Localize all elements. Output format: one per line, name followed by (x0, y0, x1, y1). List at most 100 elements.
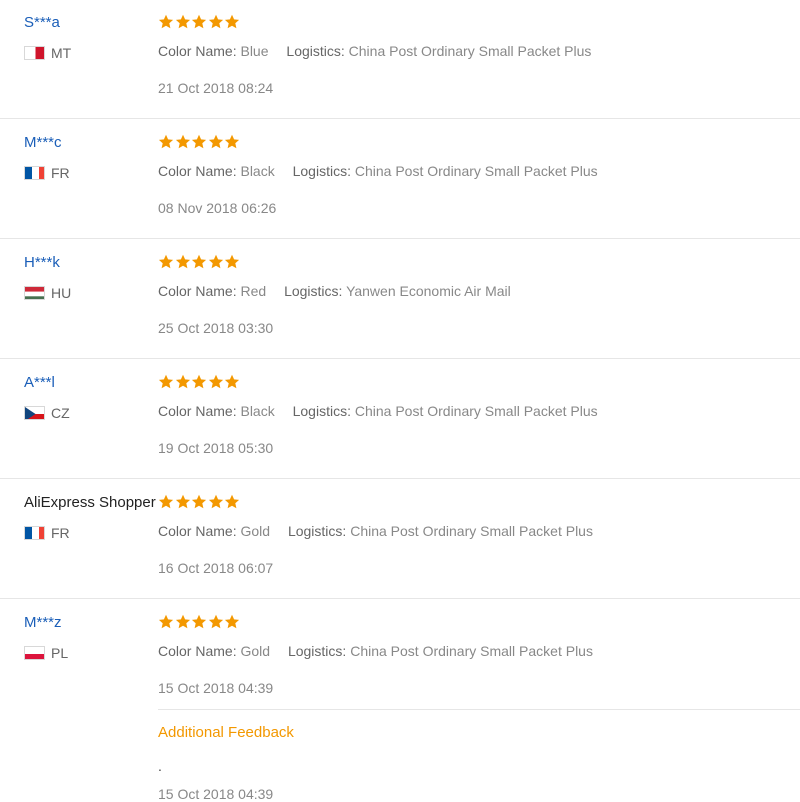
review-date: 25 Oct 2018 03:30 (158, 320, 274, 336)
logistics-label: Logistics: (292, 163, 351, 179)
star-icon (224, 254, 240, 269)
star-icon (208, 494, 223, 509)
logistics-value: China Post Ordinary Small Packet Plus (348, 43, 592, 59)
logistics-value: China Post Ordinary Small Packet Plus (354, 403, 598, 419)
reviewer-country: CZ (24, 404, 70, 422)
star-icon (175, 614, 190, 629)
logistics-label: Logistics: (287, 643, 347, 659)
country-code: FR (51, 165, 70, 181)
star-icon (224, 494, 240, 509)
reviewer-name-link[interactable]: M***c (24, 134, 70, 156)
additional-feedback-title: Additional Feedback (158, 724, 294, 741)
reviewer-info: A***l CZ (24, 374, 70, 422)
logistics-label: Logistics: (284, 283, 343, 299)
review-meta: Color Name: Gold Logistics: China Post O… (158, 643, 593, 659)
logistics-value: Yanwen Economic Air Mail (346, 283, 511, 299)
review-date: 08 Nov 2018 06:26 (158, 200, 277, 216)
star-rating (158, 614, 241, 630)
country-code: CZ (51, 405, 70, 421)
flag-hu-icon (24, 286, 45, 300)
star-icon (224, 374, 240, 389)
reviewer-name-link[interactable]: H***k (24, 254, 71, 276)
star-icon (224, 14, 240, 29)
color-name-label: Color Name: (158, 43, 237, 59)
star-icon (224, 134, 240, 149)
star-icon (158, 494, 174, 509)
review-date: 16 Oct 2018 06:07 (158, 560, 274, 576)
star-rating (158, 494, 241, 510)
review-date: 15 Oct 2018 04:39 (158, 680, 274, 696)
reviewer-country: PL (24, 644, 68, 662)
review-item: S***a MT Color Name: Blue Logistics: Chi… (0, 0, 800, 119)
star-icon (208, 14, 223, 29)
additional-feedback-text: . (158, 758, 162, 774)
color-name-value: Blue (240, 43, 269, 59)
star-rating (158, 374, 241, 390)
star-icon (175, 374, 190, 389)
star-icon (191, 254, 207, 269)
star-icon (175, 134, 190, 149)
star-icon (208, 614, 223, 629)
color-name-label: Color Name: (158, 403, 237, 419)
flag-cz-icon (24, 406, 45, 420)
star-icon (191, 14, 207, 29)
color-name-value: Gold (240, 643, 271, 659)
reviewer-name-link[interactable]: M***z (24, 614, 68, 636)
color-name-value: Gold (240, 523, 271, 539)
star-rating (158, 134, 241, 150)
flag-fr-icon (24, 166, 45, 180)
reviewer-name: AliExpress Shopper (24, 494, 156, 511)
flag-fr-icon (24, 526, 45, 540)
review-meta: Color Name: Black Logistics: China Post … (158, 163, 598, 179)
star-icon (175, 14, 190, 29)
reviewer-info: H***k HU (24, 254, 71, 302)
star-rating (158, 14, 241, 30)
review-item: M***z PL Color Name: Gold Logistics: Chi… (0, 600, 800, 800)
reviewer-country: HU (24, 284, 71, 302)
reviewer-info: M***z PL (24, 614, 68, 662)
reviewer-name-link[interactable]: A***l (24, 374, 70, 396)
star-icon (158, 614, 174, 629)
reviewer-info: AliExpress Shopper FR (24, 494, 156, 542)
star-icon (158, 254, 174, 269)
country-code: MT (51, 45, 72, 61)
country-code: HU (51, 285, 72, 301)
color-name-label: Color Name: (158, 643, 237, 659)
star-icon (175, 254, 190, 269)
review-item: AliExpress Shopper FR Color Name: Gold L… (0, 480, 800, 599)
star-icon (158, 14, 174, 29)
review-meta: Color Name: Black Logistics: China Post … (158, 403, 598, 419)
star-icon (191, 494, 207, 509)
review-date: 21 Oct 2018 08:24 (158, 80, 274, 96)
color-name-value: Red (240, 283, 267, 299)
reviewer-name-link[interactable]: S***a (24, 14, 71, 36)
review-item: M***c FR Color Name: Black Logistics: Ch… (0, 120, 800, 239)
star-rating (158, 254, 241, 270)
star-icon (208, 374, 223, 389)
review-item: A***l CZ Color Name: Black Logistics: Ch… (0, 360, 800, 479)
star-icon (224, 614, 240, 629)
flag-mt-icon (24, 46, 45, 60)
star-icon (191, 614, 207, 629)
logistics-value: China Post Ordinary Small Packet Plus (350, 643, 593, 659)
star-icon (191, 374, 207, 389)
reviewer-info: S***a MT (24, 14, 71, 62)
review-meta: Color Name: Blue Logistics: China Post O… (158, 43, 591, 59)
logistics-label: Logistics: (292, 403, 351, 419)
color-name-value: Black (240, 163, 275, 179)
star-icon (191, 134, 207, 149)
star-icon (175, 494, 190, 509)
star-icon (208, 254, 223, 269)
review-meta: Color Name: Red Logistics: Yanwen Econom… (158, 283, 511, 299)
country-code: FR (51, 525, 70, 541)
color-name-label: Color Name: (158, 283, 237, 299)
flag-pl-icon (24, 646, 45, 660)
logistics-label: Logistics: (287, 523, 347, 539)
country-code: PL (51, 645, 69, 661)
reviewer-country: MT (24, 44, 71, 62)
color-name-label: Color Name: (158, 163, 237, 179)
review-item: H***k HU Color Name: Red Logistics: Yanw… (0, 240, 800, 359)
logistics-value: China Post Ordinary Small Packet Plus (354, 163, 598, 179)
review-date: 19 Oct 2018 05:30 (158, 440, 274, 456)
color-name-label: Color Name: (158, 523, 237, 539)
